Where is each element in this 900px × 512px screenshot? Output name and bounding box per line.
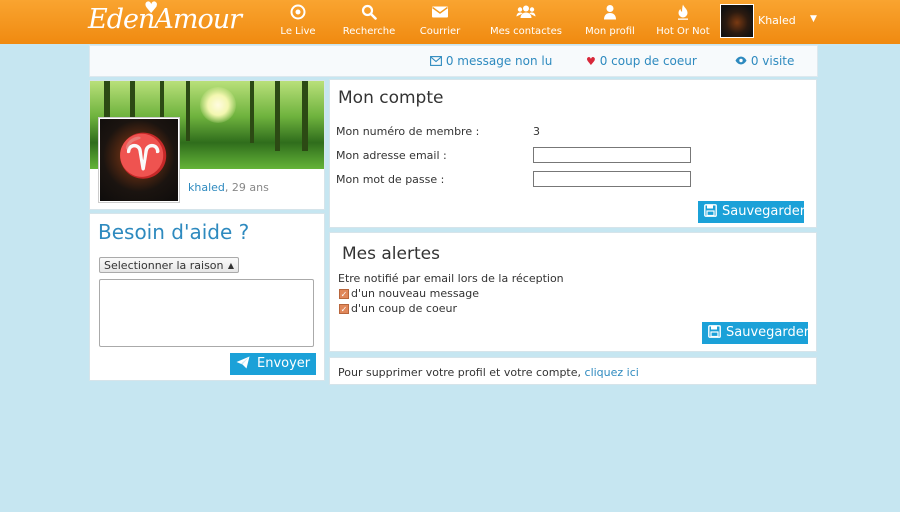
- eye-icon: [735, 56, 747, 65]
- coups-de-coeur-count: 0 coup de coeur: [599, 54, 697, 68]
- user-avatar: [720, 4, 754, 38]
- help-title: Besoin d'aide ?: [98, 220, 250, 244]
- envelope-icon: [430, 56, 442, 66]
- tree-trunk: [186, 81, 190, 141]
- nav-hot-or-not[interactable]: Hot Or Not: [655, 0, 711, 44]
- delete-account-text: Pour supprimer votre profil et votre com…: [338, 366, 639, 379]
- logo-text-right: Amour: [154, 4, 242, 35]
- member-number-value: 3: [533, 125, 540, 138]
- chevron-down-icon: ▼: [810, 14, 817, 24]
- coups-de-coeur-link[interactable]: ♥ 0 coup de coeur: [586, 54, 697, 68]
- email-field[interactable]: [533, 147, 691, 163]
- nav-label: Mes contactes: [490, 26, 562, 37]
- alerts-panel: Mes alertes Etre notifié par email lors …: [329, 232, 817, 352]
- delete-account-message: Pour supprimer votre profil et votre com…: [338, 366, 585, 379]
- eden-amour-logo[interactable]: Eden ♥ Amour: [88, 0, 242, 35]
- envoyer-label: Envoyer: [257, 356, 311, 371]
- help-card: Besoin d'aide ? Selectionner la raison ▲…: [89, 213, 325, 381]
- reason-select-value: Selectionner la raison: [104, 259, 224, 272]
- nav-label: Mon profil: [585, 26, 635, 37]
- member-number-label: Mon numéro de membre :: [336, 125, 480, 138]
- coup-de-coeur-option-label: d'un coup de coeur: [351, 302, 457, 315]
- delete-account-panel: Pour supprimer votre profil et votre com…: [329, 357, 817, 385]
- visits-link[interactable]: 0 visite: [735, 54, 794, 68]
- password-field[interactable]: [533, 171, 691, 187]
- heart-icon: ♥: [586, 55, 596, 68]
- alerts-save-button[interactable]: Sauvegarder: [702, 322, 810, 344]
- account-save-label: Sauvegarder: [722, 204, 806, 219]
- profile-icon: [584, 0, 636, 26]
- delete-account-link[interactable]: cliquez ici: [585, 366, 639, 379]
- help-message-textarea[interactable]: [99, 279, 314, 347]
- nav-label: Recherche: [342, 26, 396, 37]
- profile-name-age: khaled, 29 ans: [188, 181, 269, 194]
- nav-mon-profil[interactable]: Mon profil: [584, 0, 636, 44]
- tree-trunk: [302, 81, 308, 151]
- profile-card: ♈ khaled, 29 ans: [89, 80, 325, 210]
- contacts-icon: [490, 0, 562, 26]
- account-title: Mon compte: [338, 88, 444, 108]
- nav-label: Hot Or Not: [656, 26, 710, 37]
- tree-trunk: [250, 81, 254, 143]
- tree-trunk: [275, 81, 280, 151]
- nav-label: Courrier: [419, 26, 461, 37]
- alerts-title: Mes alertes: [342, 244, 440, 264]
- visits-count: 0 visite: [750, 54, 795, 68]
- paper-plane-icon: [236, 353, 250, 375]
- top-navbar: Eden ♥ Amour Le Live Recherche Courrier Me…: [0, 0, 900, 44]
- nav-mes-contactes[interactable]: Mes contactes: [490, 0, 562, 44]
- notifications-bar: 0 message non lu ♥ 0 coup de coeur 0 vis…: [89, 45, 818, 77]
- alerts-intro-text: Etre notifié par email lors de la récept…: [338, 272, 564, 285]
- live-icon: [273, 0, 323, 26]
- password-label: Mon mot de passe :: [336, 173, 445, 186]
- account-save-button[interactable]: Sauvegarder: [698, 201, 806, 223]
- user-name: Khaled: [758, 14, 796, 27]
- alerts-save-label: Sauvegarder: [726, 325, 810, 340]
- unread-messages-count: 0 message non lu: [445, 54, 553, 68]
- new-message-option-label: d'un nouveau message: [351, 287, 480, 300]
- sun-glow: [200, 87, 236, 123]
- floppy-disk-icon: [704, 201, 717, 223]
- profile-avatar[interactable]: ♈: [98, 117, 180, 203]
- aries-symbol-icon: ♈: [117, 131, 170, 180]
- search-icon: [340, 0, 398, 26]
- floppy-disk-icon: [708, 322, 721, 344]
- unread-messages-link[interactable]: 0 message non lu: [430, 54, 552, 68]
- new-message-checkbox[interactable]: ✓: [339, 289, 349, 299]
- select-arrows-icon: ▲: [227, 261, 234, 270]
- nav-courrier[interactable]: Courrier: [418, 0, 462, 44]
- nav-label: Le Live: [280, 26, 316, 37]
- profile-age: , 29 ans: [224, 181, 269, 194]
- nav-recherche[interactable]: Recherche: [340, 0, 398, 44]
- logo-heart-icon: ♥: [144, 0, 158, 17]
- envelope-icon: [418, 0, 462, 26]
- email-label: Mon adresse email :: [336, 149, 447, 162]
- account-panel: Mon compte Mon numéro de membre : 3 Mon …: [329, 79, 817, 228]
- profile-name-link[interactable]: khaled: [188, 181, 225, 194]
- reason-select[interactable]: Selectionner la raison ▲: [99, 257, 239, 273]
- envoyer-button[interactable]: Envoyer: [230, 353, 316, 375]
- flame-icon: [655, 0, 711, 26]
- coup-de-coeur-checkbox[interactable]: ✓: [339, 304, 349, 314]
- nav-le-live[interactable]: Le Live: [273, 0, 323, 44]
